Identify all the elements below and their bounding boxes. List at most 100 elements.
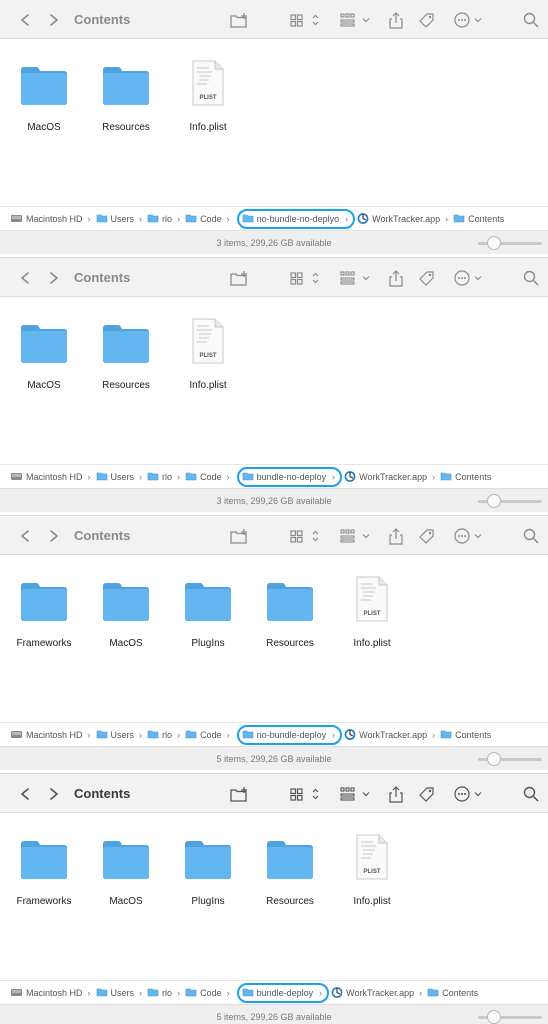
forward-button[interactable]: [44, 0, 62, 39]
slider-knob[interactable]: [487, 752, 501, 766]
path-segment[interactable]: rlo: [147, 470, 172, 484]
path-segment[interactable]: bundle-deploy: [242, 986, 313, 1000]
path-segment[interactable]: rlo: [147, 212, 172, 226]
share-button[interactable]: [386, 0, 406, 39]
path-segment[interactable]: rlo: [147, 986, 172, 1000]
path-segment[interactable]: WorkTracker.app: [344, 470, 427, 484]
file-item[interactable]: PLIST Info.plist: [331, 834, 413, 907]
more-actions-button[interactable]: [452, 516, 488, 555]
chevron-right-icon: ›: [226, 987, 230, 998]
folder-item[interactable]: MacOS: [3, 64, 85, 133]
folder-item[interactable]: MacOS: [3, 322, 85, 391]
path-segment[interactable]: WorkTracker.app: [344, 728, 427, 742]
search-button[interactable]: [522, 258, 540, 297]
path-segment[interactable]: Code: [185, 986, 222, 1000]
tag-icon: [416, 11, 438, 29]
forward-button[interactable]: [44, 516, 62, 555]
folder-item[interactable]: PlugIns: [167, 580, 249, 649]
more-actions-button[interactable]: [452, 258, 488, 297]
folder-item[interactable]: MacOS: [85, 580, 167, 649]
path-segment[interactable]: Contents: [427, 986, 478, 1000]
folder-item[interactable]: Resources: [85, 64, 167, 133]
folder-item[interactable]: Frameworks: [3, 838, 85, 907]
new-folder-button[interactable]: [229, 516, 251, 555]
path-segment[interactable]: Contents: [453, 212, 504, 226]
path-segment[interactable]: WorkTracker.app: [331, 986, 414, 1000]
path-segment[interactable]: Macintosh HD: [10, 986, 83, 1000]
slider-knob[interactable]: [487, 1010, 501, 1024]
view-mode-button[interactable]: [288, 516, 322, 555]
share-icon: [386, 527, 406, 545]
share-button[interactable]: [386, 774, 406, 813]
share-button[interactable]: [386, 258, 406, 297]
path-segment[interactable]: no-bundle-no-deplyo: [242, 212, 339, 226]
item-label: PlugIns: [191, 896, 225, 907]
tag-icon: [416, 269, 438, 287]
group-button[interactable]: [338, 516, 374, 555]
forward-button[interactable]: [44, 774, 62, 813]
path-segment[interactable]: Code: [185, 470, 222, 484]
tag-button[interactable]: [416, 258, 438, 297]
folder-item[interactable]: Resources: [85, 322, 167, 391]
more-actions-button[interactable]: [452, 0, 488, 39]
search-button[interactable]: [522, 774, 540, 813]
toolbar: Contents: [0, 516, 548, 555]
file-item[interactable]: PLIST Info.plist: [167, 318, 249, 391]
tag-button[interactable]: [416, 774, 438, 813]
search-button[interactable]: [522, 0, 540, 39]
tag-button[interactable]: [416, 0, 438, 39]
path-segment[interactable]: no-bundle-deploy: [242, 728, 326, 742]
path-segment[interactable]: Macintosh HD: [10, 470, 83, 484]
slider-knob[interactable]: [487, 494, 501, 508]
folder-item[interactable]: PlugIns: [167, 838, 249, 907]
folder-item[interactable]: Frameworks: [3, 580, 85, 649]
path-segment[interactable]: Macintosh HD: [10, 728, 83, 742]
path-segment[interactable]: Contents: [440, 470, 491, 484]
view-mode-button[interactable]: [288, 0, 322, 39]
path-segment[interactable]: Code: [185, 212, 222, 226]
search-button[interactable]: [522, 516, 540, 555]
window-title: Contents: [74, 528, 131, 543]
group-button[interactable]: [338, 774, 374, 813]
path-segment[interactable]: Users: [96, 728, 134, 742]
status-bar: 5 items, 299,26 GB available: [0, 746, 548, 770]
folder-item[interactable]: Resources: [249, 838, 331, 907]
chevron-right-icon: ›: [139, 729, 143, 740]
share-button[interactable]: [386, 516, 406, 555]
new-folder-button[interactable]: [229, 774, 251, 813]
path-segment[interactable]: Users: [96, 986, 134, 1000]
group-button[interactable]: [338, 258, 374, 297]
path-segment[interactable]: Users: [96, 470, 134, 484]
path-segment[interactable]: Code: [185, 728, 222, 742]
more-actions-button[interactable]: [452, 774, 488, 813]
share-icon: [386, 785, 406, 803]
group-list-icon: [338, 785, 374, 803]
forward-button[interactable]: [44, 258, 62, 297]
file-item[interactable]: PLIST Info.plist: [167, 60, 249, 133]
back-button[interactable]: [16, 774, 34, 813]
path-segment[interactable]: rlo: [147, 728, 172, 742]
view-mode-button[interactable]: [288, 774, 322, 813]
back-button[interactable]: [16, 0, 34, 39]
view-mode-button[interactable]: [288, 258, 322, 297]
path-segment[interactable]: Contents: [440, 728, 491, 742]
path-segment[interactable]: Macintosh HD: [10, 212, 83, 226]
new-folder-button[interactable]: [229, 258, 251, 297]
path-segment[interactable]: Users: [96, 212, 134, 226]
back-button[interactable]: [16, 258, 34, 297]
folder-item[interactable]: Resources: [249, 580, 331, 649]
path-segment-label: Macintosh HD: [26, 987, 83, 998]
chevron-right-icon: ›: [139, 471, 143, 482]
group-button[interactable]: [338, 0, 374, 39]
folder-icon: [96, 212, 108, 226]
toolbar: Contents: [0, 0, 548, 39]
new-folder-button[interactable]: [229, 0, 251, 39]
tag-button[interactable]: [416, 516, 438, 555]
back-button[interactable]: [16, 516, 34, 555]
slider-knob[interactable]: [487, 236, 501, 250]
path-segment[interactable]: bundle-no-deploy: [242, 470, 326, 484]
path-segment[interactable]: WorkTracker.app: [357, 212, 440, 226]
folder-item[interactable]: MacOS: [85, 838, 167, 907]
plist-badge: PLIST: [363, 611, 380, 617]
file-item[interactable]: PLIST Info.plist: [331, 576, 413, 649]
